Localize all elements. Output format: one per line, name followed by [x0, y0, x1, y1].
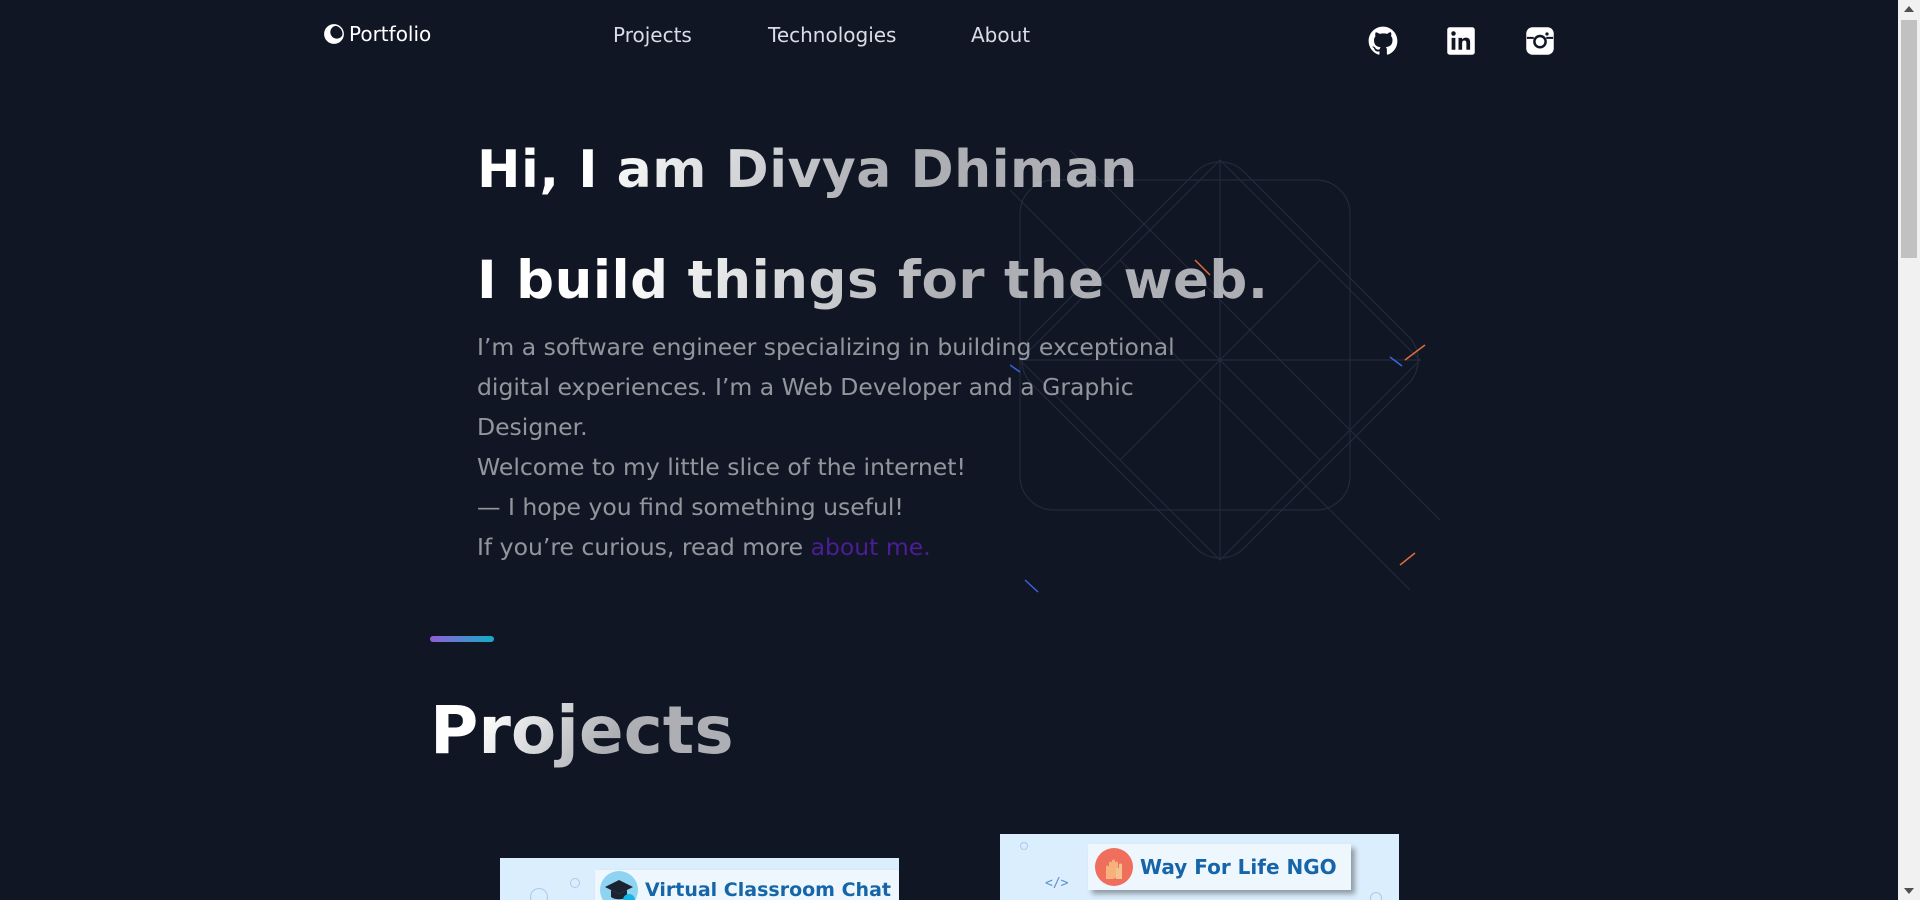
decor-bubble	[570, 878, 580, 888]
decor-bubble	[530, 888, 548, 900]
logo-link[interactable]: Portfolio	[323, 22, 431, 46]
hero-desc-line: Welcome to my little slice of the intern…	[477, 453, 966, 481]
decor-bubble	[1020, 842, 1028, 850]
page-scrollbar[interactable]	[1898, 0, 1920, 900]
hero-desc-line: If you’re curious, read more about me.	[477, 527, 1197, 567]
section-divider	[430, 636, 494, 642]
hands-icon	[1095, 848, 1133, 886]
hero-desc-line: I’m a software engineer specializing in …	[477, 333, 1175, 441]
project-title: Virtual Classroom Chat	[645, 879, 891, 900]
hero-description: I’m a software engineer specializing in …	[477, 327, 1197, 567]
crescent-circle-icon	[324, 24, 344, 44]
scroll-down-arrow-icon[interactable]	[1904, 888, 1914, 894]
portfolio-page: Portfolio Projects Technologies About Hi…	[0, 0, 1920, 900]
project-banner: Virtual Classroom Chat	[595, 870, 899, 900]
scrollbar-thumb[interactable]	[1901, 20, 1917, 258]
scroll-up-arrow-icon[interactable]	[1904, 6, 1914, 12]
linkedin-link[interactable]	[1446, 26, 1476, 56]
project-card-way-for-life[interactable]: </> Way For Life NGO	[1000, 834, 1399, 900]
graduation-cap-icon	[600, 871, 638, 900]
hero-subtitle: I build things for the web.	[477, 250, 1269, 311]
project-card-virtual-classroom[interactable]: Virtual Classroom Chat	[500, 858, 899, 900]
nav-projects-link[interactable]: Projects	[613, 23, 692, 47]
decor-bubble	[1370, 892, 1382, 900]
project-title: Way For Life NGO	[1140, 855, 1337, 879]
logo-text: Portfolio	[349, 22, 432, 46]
about-prefix-text: If you’re curious, read more	[477, 533, 811, 561]
nav-technologies-link[interactable]: Technologies	[768, 23, 896, 47]
github-icon	[1368, 26, 1398, 55]
github-link[interactable]	[1368, 26, 1398, 56]
linkedin-icon	[1447, 27, 1475, 55]
code-glyph: </>	[1045, 876, 1069, 891]
instagram-link[interactable]	[1525, 26, 1555, 56]
projects-section-title: Projects	[430, 692, 734, 769]
project-banner: Way For Life NGO	[1088, 844, 1351, 890]
instagram-icon	[1526, 27, 1554, 55]
hero-desc-line: — I hope you find something useful!	[477, 493, 904, 521]
about-me-link[interactable]: about me.	[811, 533, 931, 561]
top-navbar: Portfolio Projects Technologies About	[0, 0, 1898, 70]
nav-about-link[interactable]: About	[971, 23, 1030, 47]
hero-title: Hi, I am Divya Dhiman	[477, 140, 1138, 200]
